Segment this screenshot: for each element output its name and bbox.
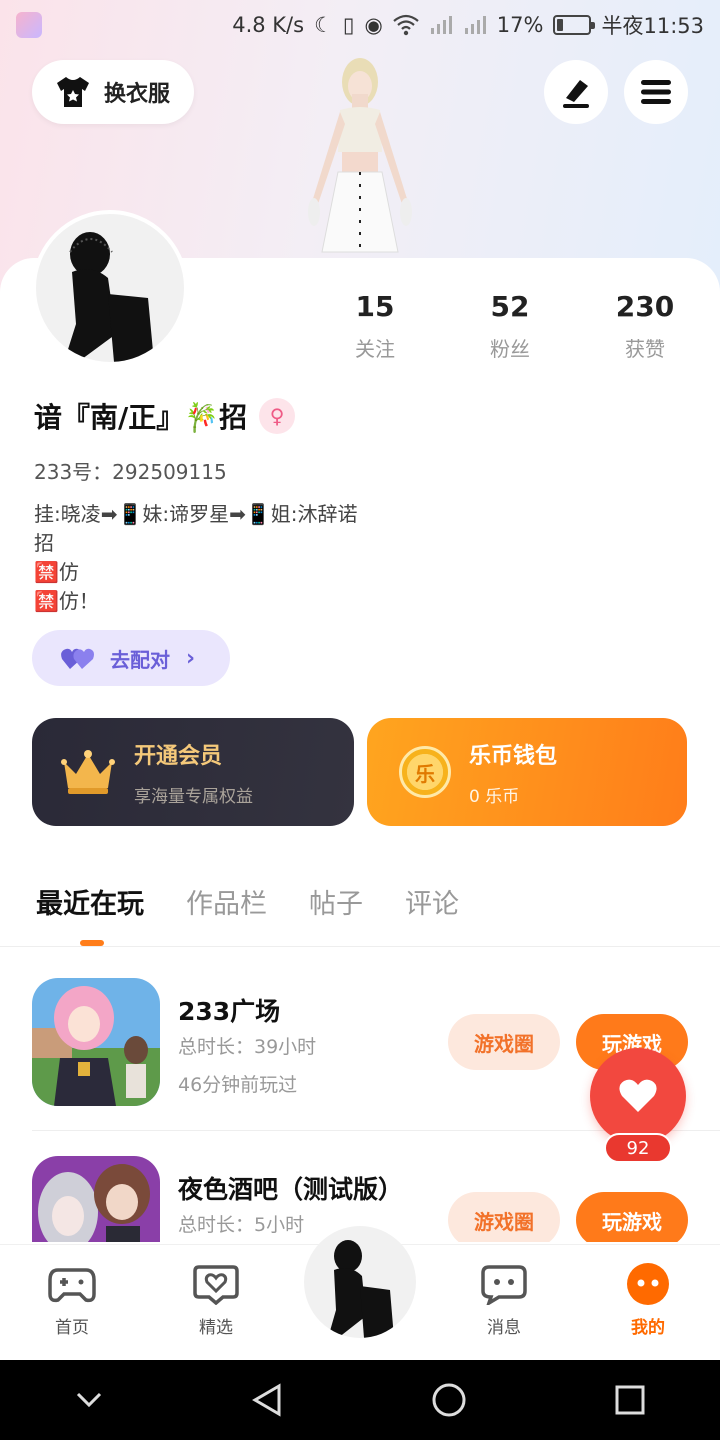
- tab-comments[interactable]: 评论: [405, 882, 459, 921]
- female-icon: ♀: [259, 398, 296, 434]
- home-icon[interactable]: [431, 1382, 467, 1418]
- game-circle-button[interactable]: 游戏圈: [448, 1192, 560, 1242]
- game-duration: 总时长：5小时: [178, 1214, 305, 1236]
- stat-label: 获赞: [625, 337, 665, 361]
- avatar-silhouette: [328, 1240, 394, 1338]
- nav-avatar-button[interactable]: [304, 1226, 416, 1338]
- game-cover-image: [32, 1156, 160, 1242]
- battery-percent: 17%: [496, 13, 544, 37]
- favorite-count-badge: 92: [604, 1133, 672, 1163]
- coin-icon: 乐: [399, 746, 451, 798]
- edit-button[interactable]: [544, 60, 608, 124]
- chevron-down-icon[interactable]: [74, 1390, 104, 1410]
- wallet-title: 乐币钱包: [469, 743, 558, 769]
- play-game-button[interactable]: 玩游戏: [576, 1192, 688, 1242]
- status-bar: 4.8 K/s ☾ ▯ ◉ 17% 半夜11:53: [0, 0, 720, 50]
- tab-recent[interactable]: 最近在玩: [36, 882, 144, 921]
- nav-home[interactable]: 首页: [22, 1261, 122, 1338]
- back-icon[interactable]: [251, 1383, 283, 1417]
- gamepad-icon: [48, 1268, 96, 1303]
- vibrate-icon: ▯: [342, 13, 355, 37]
- nav-featured[interactable]: 精选: [166, 1261, 266, 1338]
- vip-subtitle: 享海量专属权益: [134, 786, 253, 807]
- profile-tabs: 最近在玩 作品栏 帖子 评论: [36, 882, 459, 921]
- game-title: 夜色酒吧（测试版）: [178, 1175, 404, 1204]
- app-notification-icon: [16, 12, 42, 38]
- stat-label: 粉丝: [490, 337, 530, 361]
- profile-bio: 挂:晓凌➡📱妹:谛罗星➡📱姐:沐辞诺 招 🈲仿 🈲仿！: [34, 502, 358, 613]
- double-heart-icon: [61, 648, 94, 669]
- stat-likes[interactable]: 230 获赞: [590, 290, 700, 362]
- stat-following[interactable]: 15 关注: [320, 290, 430, 362]
- wifi-icon: [393, 14, 419, 36]
- user-id[interactable]: 233号：292509115: [34, 456, 227, 485]
- profile-stats: 15 关注 52 粉丝 230 获赞: [320, 290, 700, 362]
- favorite-float-button[interactable]: [590, 1048, 686, 1144]
- nav-label: 首页: [55, 1318, 89, 1338]
- eye-icon: ◉: [364, 13, 383, 37]
- stat-value: 230: [615, 290, 675, 323]
- heart-icon: [619, 1079, 657, 1112]
- crown-icon: [61, 750, 115, 794]
- avatar-silhouette: [64, 232, 154, 362]
- battery-icon: [553, 15, 596, 35]
- tshirt-icon: [57, 77, 89, 107]
- game-thumbnail[interactable]: [32, 1156, 160, 1242]
- change-clothes-button[interactable]: 换衣服: [32, 60, 194, 124]
- stat-value: 15: [355, 290, 395, 323]
- hamburger-icon: [641, 80, 671, 104]
- wallet-card[interactable]: 乐 乐币钱包 0 乐币: [367, 718, 687, 826]
- nav-label: 精选: [199, 1318, 233, 1338]
- profile-name-row: 谙『南/正』🎋招 ♀: [34, 396, 296, 436]
- match-label: 去配对: [110, 647, 170, 672]
- wallet-balance: 0 乐币: [469, 786, 520, 807]
- tab-works[interactable]: 作品栏: [186, 882, 267, 921]
- stat-value: 52: [490, 290, 530, 323]
- clock: 半夜11:53: [601, 14, 704, 38]
- nav-profile[interactable]: 我的: [598, 1261, 698, 1338]
- vip-membership-card[interactable]: 开通会员 享海量专属权益: [32, 718, 354, 826]
- game-cover-image: [32, 978, 160, 1106]
- game-last-played: 46分钟前玩过: [178, 1074, 298, 1096]
- game-title: 233广场: [178, 997, 281, 1026]
- tab-posts[interactable]: 帖子: [309, 882, 363, 921]
- heart-chat-icon: [193, 1265, 239, 1305]
- profile-face-icon: [627, 1263, 669, 1305]
- profile-name: 谙『南/正』🎋招: [34, 401, 248, 434]
- message-icon: [481, 1265, 527, 1305]
- menu-button[interactable]: [624, 60, 688, 124]
- network-speed: 4.8 K/s: [232, 13, 305, 37]
- divider: [0, 946, 720, 947]
- nav-label: 我的: [631, 1318, 665, 1338]
- game-duration: 总时长：39小时: [178, 1036, 317, 1058]
- change-clothes-label: 换衣服: [104, 82, 171, 107]
- moon-icon: ☾: [314, 13, 333, 37]
- game-circle-button[interactable]: 游戏圈: [448, 1014, 560, 1070]
- signal-icon: [464, 16, 486, 34]
- pen-icon: [563, 80, 589, 108]
- match-button[interactable]: 去配对 ›: [32, 630, 230, 686]
- nav-messages[interactable]: 消息: [454, 1261, 554, 1338]
- vip-title: 开通会员: [134, 743, 223, 769]
- nav-label: 消息: [487, 1318, 521, 1338]
- recents-icon[interactable]: [614, 1384, 646, 1416]
- stat-label: 关注: [355, 337, 395, 361]
- system-navigation-bar: [0, 1360, 720, 1440]
- game-thumbnail[interactable]: [32, 978, 160, 1106]
- avatar[interactable]: [32, 210, 188, 366]
- avatar-3d-figure[interactable]: [290, 52, 430, 262]
- chevron-right-icon: ›: [186, 645, 196, 671]
- stat-followers[interactable]: 52 粉丝: [455, 290, 565, 362]
- signal-icon: [430, 16, 452, 34]
